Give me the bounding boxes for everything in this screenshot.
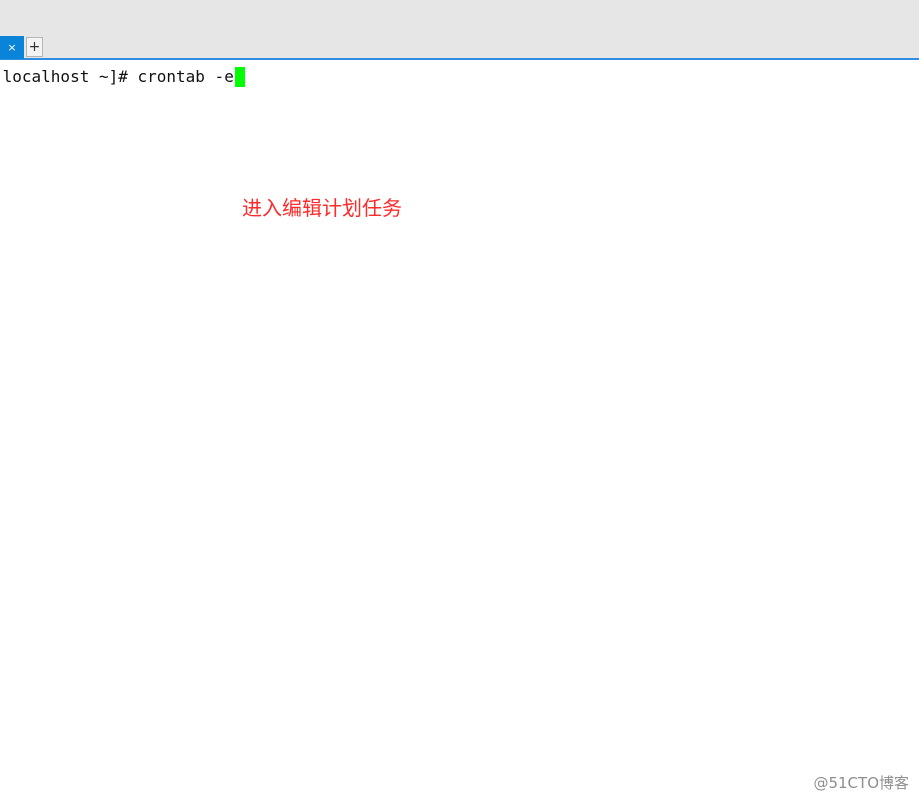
new-tab-button[interactable]: + bbox=[26, 37, 43, 57]
tab-bar: × + bbox=[0, 0, 919, 60]
text-cursor bbox=[234, 67, 245, 87]
annotation-text: 进入编辑计划任务 bbox=[242, 196, 402, 220]
prompt-command-text: ]localhost ~]# crontab -e bbox=[0, 67, 234, 86]
active-tab-close-icon[interactable]: × bbox=[0, 36, 24, 59]
terminal-app-window: × + ]localhost ~]# crontab -e 进入编辑计划任务 @… bbox=[0, 0, 919, 800]
terminal-line: ]localhost ~]# crontab -e bbox=[0, 67, 245, 87]
watermark-text: @51CTO博客 bbox=[813, 774, 909, 792]
plus-icon: + bbox=[28, 39, 41, 55]
close-icon: × bbox=[7, 41, 17, 54]
terminal-pane[interactable]: ]localhost ~]# crontab -e bbox=[0, 60, 919, 800]
